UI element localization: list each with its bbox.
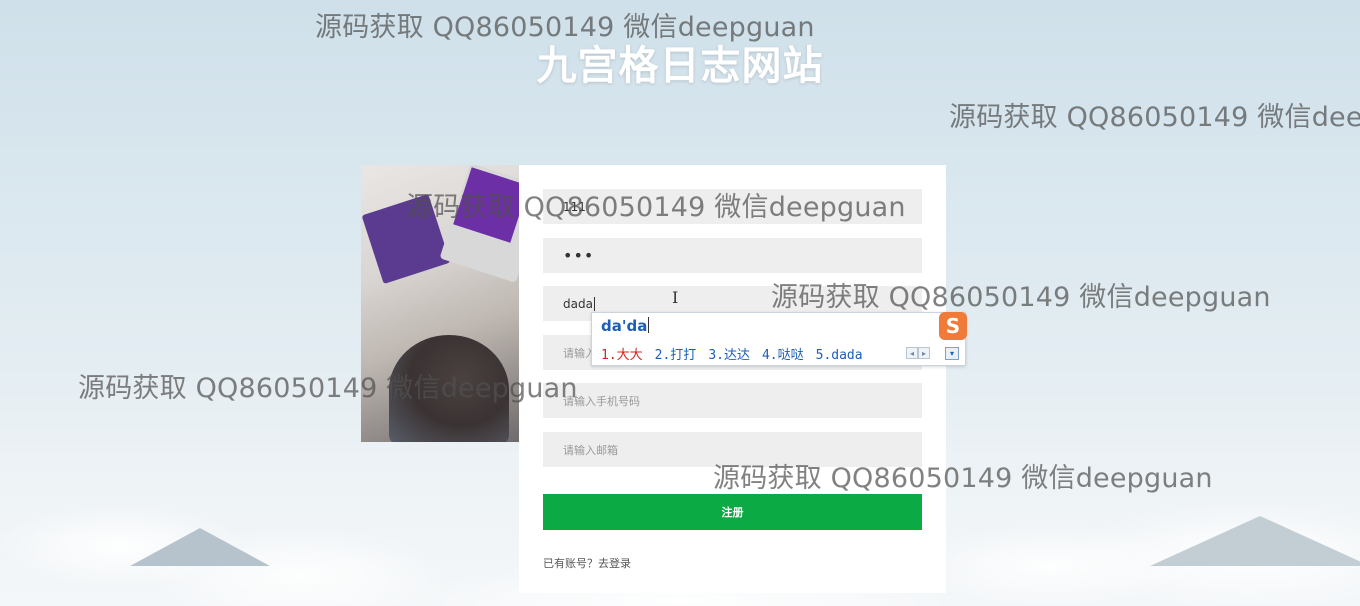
password-value: ••• (563, 246, 595, 265)
watermark-text: 源码获取 QQ86050149 微信deepguan (949, 102, 1360, 133)
password-field[interactable]: ••• (543, 238, 922, 273)
ime-candidate[interactable]: 5.dada (816, 348, 863, 363)
mountain-peak (1150, 516, 1360, 566)
username-field[interactable]: 111 (543, 189, 922, 224)
ime-candidate[interactable]: 1.大大 (601, 348, 643, 363)
phone-field[interactable]: 请输入手机号码 (543, 383, 922, 418)
chevron-down-icon[interactable]: ▾ (945, 347, 959, 360)
username-value: 111 (563, 199, 586, 214)
ime-candidate[interactable]: 2.打打 (655, 348, 697, 363)
site-title: 九宫格日志网站 (536, 43, 824, 89)
register-form: 111 ••• dada 请输入 请输入手机号码 请输入邮箱 注册 已有账号？去… (519, 165, 946, 593)
mountain-peak (130, 528, 270, 566)
ime-page-nav: ◂ ▸ (906, 347, 930, 359)
notebook-image (361, 193, 451, 285)
ibeam-cursor-icon: I (672, 288, 679, 307)
email-field[interactable]: 请输入邮箱 (543, 432, 922, 467)
go-login-link[interactable]: 已有账号？去登录 (543, 555, 631, 571)
chevron-right-icon[interactable]: ▸ (918, 347, 930, 359)
sogou-logo-icon: S (939, 312, 967, 340)
register-button[interactable]: 注册 (543, 494, 922, 530)
side-photo (361, 165, 519, 442)
nickname-value: dada (563, 296, 593, 311)
email-placeholder: 请输入邮箱 (563, 443, 618, 457)
chevron-left-icon[interactable]: ◂ (906, 347, 918, 359)
person-image (389, 335, 509, 442)
ime-caret (648, 317, 650, 333)
ime-candidate-window: da'da 1.大大 2.打打 3.达达 4.哒哒 5.dada ◂ ▸ ▾ S (591, 312, 967, 366)
ime-candidate[interactable]: 3.达达 (708, 348, 750, 363)
ime-candidate-list: 1.大大 2.打打 3.达达 4.哒哒 5.dada (601, 344, 875, 363)
text-caret (593, 296, 595, 311)
phone-placeholder: 请输入手机号码 (563, 394, 640, 408)
ime-composition: da'da (601, 317, 650, 335)
ime-candidate[interactable]: 4.哒哒 (762, 348, 804, 363)
